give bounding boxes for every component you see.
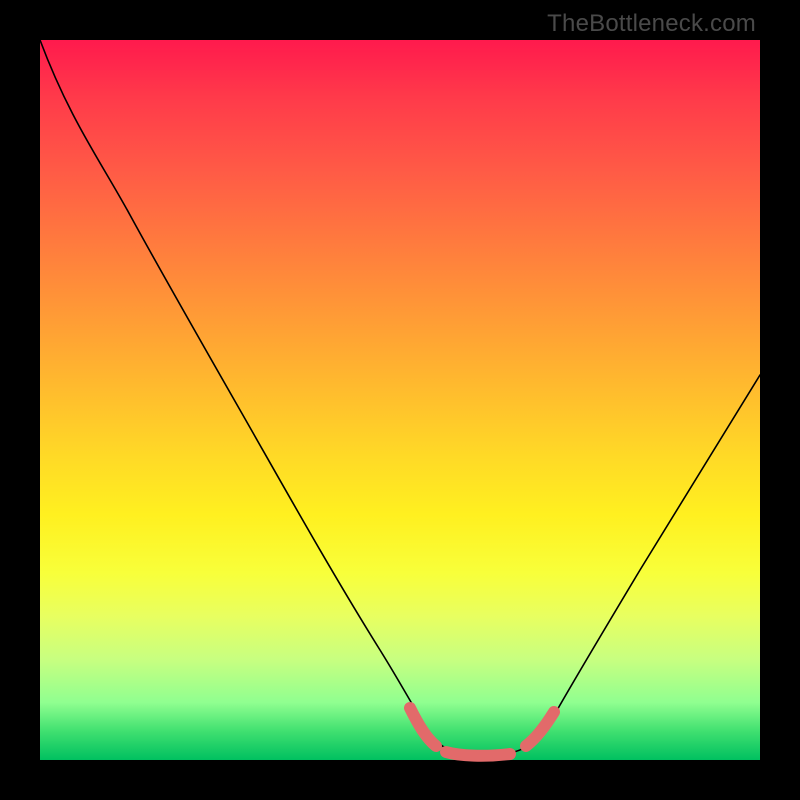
chart-plot-area <box>40 40 760 760</box>
bottleneck-curve <box>40 40 760 756</box>
highlight-segment-bottom <box>446 752 510 756</box>
highlight-segment-right <box>526 712 554 746</box>
watermark-text: TheBottleneck.com <box>547 10 756 38</box>
highlight-segment-left <box>410 708 436 746</box>
chart-curve-svg <box>40 40 760 760</box>
chart-frame: TheBottleneck.com <box>0 0 800 800</box>
